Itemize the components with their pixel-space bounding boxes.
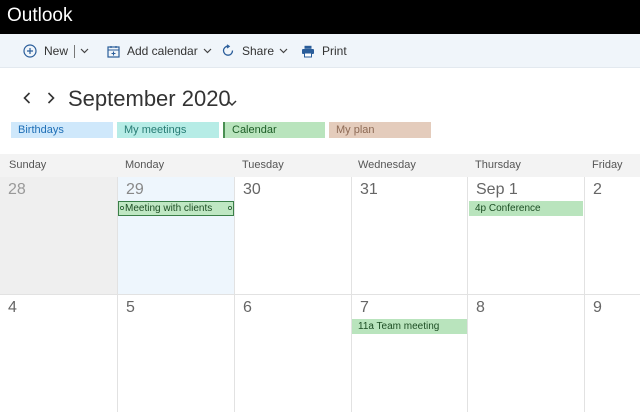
day-number: 8 <box>476 299 485 316</box>
day-number: 5 <box>126 299 135 316</box>
day-cell[interactable]: 9 <box>585 295 640 412</box>
app-title: Outlook <box>7 5 73 26</box>
event-title: Meeting with clients <box>125 203 213 214</box>
day-number: 29 <box>126 181 144 198</box>
weekday-label: Friday <box>592 159 623 171</box>
weekday-header: Sunday Monday Tuesday Wednesday Thursday… <box>0 154 640 177</box>
day-number: 4 <box>8 299 17 316</box>
chevron-left-icon <box>23 91 31 109</box>
weekday-label: Monday <box>125 159 165 171</box>
weekday-label: Tuesday <box>242 159 284 171</box>
month-grid: 28 29 30 31 Sep 1 2 4 5 6 7 8 9 Meeting … <box>0 177 640 412</box>
day-cell[interactable]: 2 <box>585 177 640 295</box>
calendar-chip-calendar[interactable]: Calendar <box>223 122 325 138</box>
chevron-down-icon <box>279 48 288 54</box>
day-cell[interactable]: 4 <box>0 295 118 412</box>
day-cell[interactable]: 8 <box>468 295 585 412</box>
calendar-add-icon <box>106 44 120 58</box>
resize-handle[interactable] <box>120 206 124 210</box>
event-team-meeting[interactable]: 11a Team meeting <box>352 319 467 334</box>
day-cell[interactable]: 5 <box>118 295 235 412</box>
day-number: 28 <box>8 181 26 198</box>
day-cell[interactable]: 7 <box>352 295 468 412</box>
weekday-label: Wednesday <box>358 159 416 171</box>
chevron-down-icon[interactable] <box>80 48 89 54</box>
command-toolbar: New Add calendar Share Print <box>0 34 640 68</box>
day-number: 7 <box>360 299 369 316</box>
day-cell[interactable]: Sep 1 <box>468 177 585 295</box>
chevron-down-icon[interactable] <box>227 94 237 112</box>
calendar-chip-my-plan[interactable]: My plan <box>329 122 431 138</box>
share-label: Share <box>242 44 275 58</box>
previous-month-button[interactable] <box>19 89 35 111</box>
day-cell[interactable]: 28 <box>0 177 118 295</box>
day-cell[interactable]: 31 <box>352 177 468 295</box>
day-number: 31 <box>360 181 378 198</box>
next-month-button[interactable] <box>43 89 59 111</box>
print-button[interactable]: Print <box>301 34 347 68</box>
resize-handle[interactable] <box>228 206 232 210</box>
print-label: Print <box>322 44 347 58</box>
calendar-chip-birthdays[interactable]: Birthdays <box>11 122 113 138</box>
calendar-chip-my-meetings[interactable]: My meetings <box>117 122 219 138</box>
chevron-right-icon <box>47 91 55 109</box>
title-bar: Outlook <box>0 0 640 34</box>
event-conference[interactable]: 4p Conference <box>469 201 583 216</box>
add-calendar-label: Add calendar <box>127 44 198 58</box>
share-button[interactable]: Share <box>221 34 288 68</box>
day-number: 30 <box>243 181 261 198</box>
weekday-label: Sunday <box>9 159 47 171</box>
new-button[interactable]: New <box>23 34 89 68</box>
toolbar-separator <box>74 44 76 58</box>
printer-icon <box>301 44 315 58</box>
day-cell[interactable]: 30 <box>235 177 352 295</box>
event-meeting-with-clients[interactable]: Meeting with clients <box>118 201 234 216</box>
day-number: Sep 1 <box>476 181 518 198</box>
weekday-label: Thursday <box>475 159 521 171</box>
month-title[interactable]: September 2020 <box>68 84 231 114</box>
day-cell[interactable]: 6 <box>235 295 352 412</box>
chevron-down-icon <box>203 48 212 54</box>
add-calendar-button[interactable]: Add calendar <box>106 34 212 68</box>
share-icon <box>221 44 235 58</box>
new-button-label: New <box>44 44 69 58</box>
day-number: 2 <box>593 181 602 198</box>
plus-circle-icon <box>23 44 37 58</box>
day-cell-selected[interactable]: 29 <box>118 177 235 295</box>
day-number: 9 <box>593 299 602 316</box>
day-number: 6 <box>243 299 252 316</box>
